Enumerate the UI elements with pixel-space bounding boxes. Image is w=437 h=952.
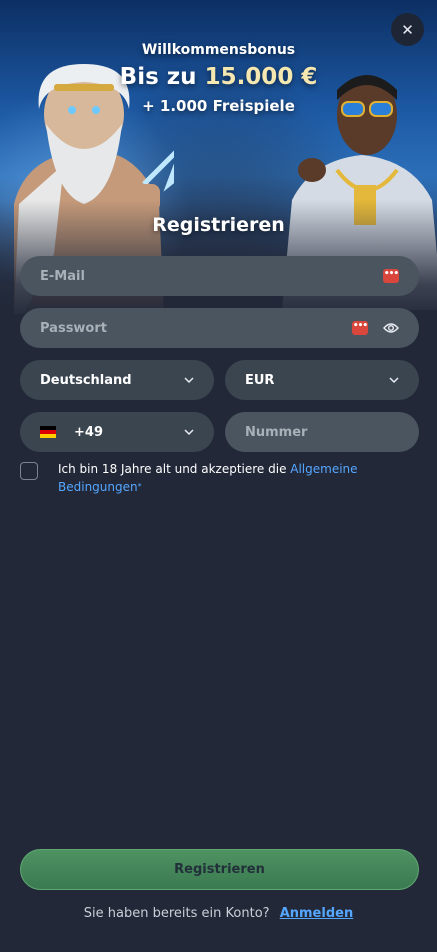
register-button-label: Registrieren <box>174 862 265 877</box>
bonus-title: Willkommensbonus <box>141 42 296 58</box>
password-placeholder: Passwort <box>40 320 107 336</box>
bonus-amount-line: Bis zu 15.000 € <box>0 60 437 94</box>
phone-prefix-value: +49 <box>74 424 103 440</box>
phone-number-placeholder: Nummer <box>245 424 308 440</box>
country-value: Deutschland <box>40 372 132 388</box>
terms-checkbox[interactable] <box>20 462 38 480</box>
bonus-amount: 15.000 € <box>204 64 318 90</box>
eye-icon[interactable] <box>383 322 399 334</box>
email-field[interactable]: E-Mail ••• <box>20 256 419 296</box>
welcome-bonus: Willkommensbonus Bis zu 15.000 € + 1.000… <box>0 40 437 118</box>
terms-text: Ich bin 18 Jahre alt und akzeptiere die … <box>58 460 388 496</box>
login-prompt: Sie haben bereits ein Konto? <box>83 906 270 921</box>
form-title: Registrieren <box>152 214 285 236</box>
register-button[interactable]: Registrieren <box>20 849 419 890</box>
bonus-prefix: Bis zu <box>119 64 205 90</box>
phone-prefix-select[interactable]: +49 <box>20 412 214 452</box>
currency-value: EUR <box>245 372 275 388</box>
germany-flag-icon <box>40 426 56 438</box>
terms-label: Ich bin 18 Jahre alt und akzeptiere die <box>58 462 291 476</box>
chevron-down-icon <box>389 377 399 384</box>
country-select[interactable]: Deutschland <box>20 360 214 400</box>
phone-number-field[interactable]: Nummer <box>225 412 419 452</box>
chevron-down-icon <box>184 429 194 436</box>
close-icon: ✕ <box>401 20 414 39</box>
bonus-free-spins: + 1.000 Freispiele <box>142 97 295 115</box>
required-star: * <box>137 482 142 491</box>
password-field[interactable]: Passwort ••• <box>20 308 419 348</box>
currency-select[interactable]: EUR <box>225 360 419 400</box>
login-link[interactable]: Anmelden <box>280 906 354 921</box>
password-manager-icon[interactable]: ••• <box>383 269 399 283</box>
password-manager-icon[interactable]: ••• <box>352 321 368 335</box>
email-placeholder: E-Mail <box>40 268 85 284</box>
login-prompt-row: Sie haben bereits ein Konto? Anmelden <box>0 906 437 921</box>
chevron-down-icon <box>184 377 194 384</box>
